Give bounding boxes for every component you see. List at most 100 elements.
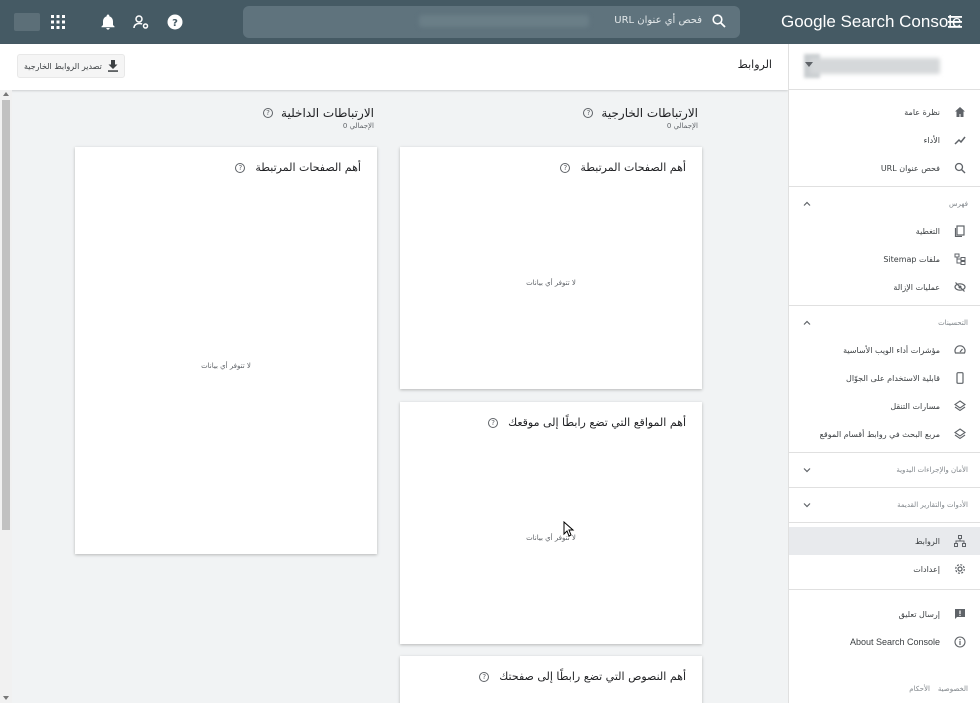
sitemap-icon (952, 251, 968, 267)
sidebar-item-label: ملفات Sitemap (883, 254, 940, 264)
page-header: الروابط تصدير الروابط الخارجية (0, 44, 788, 90)
ext-top-linking-sites-card[interactable]: أهم المواقع التي تضع رابطًا إلى موقعك ? … (400, 402, 702, 644)
no-data-text: لا تتوفر أي بيانات (201, 362, 251, 370)
divider (789, 522, 980, 523)
sidebar-item-settings[interactable]: إعدادات (789, 555, 980, 583)
external-links-total: الإجمالي 0 (666, 122, 698, 130)
help-circle-icon[interactable]: ? (583, 108, 594, 118)
divider (789, 487, 980, 488)
url-inspection-search[interactable]: فحص أي عنوان URL (243, 6, 740, 38)
layers-icon (952, 426, 968, 442)
no-data-text: لا تتوفر أي بيانات (526, 279, 576, 287)
sidebar-footer: الخصوصية الأحكام (909, 685, 968, 693)
scroll-thumb[interactable] (2, 100, 10, 530)
gauge-icon (952, 342, 968, 358)
card-title: أهم النصوص التي تضع رابطًا إلى صفحتك (499, 670, 686, 683)
apps-grid-icon[interactable] (48, 12, 68, 32)
section-label: التحسينات (938, 319, 968, 327)
card-title: أهم الصفحات المرتبطة (255, 161, 361, 174)
feedback-icon (952, 606, 968, 622)
sidebar-item-label: نظرة عامة (904, 107, 940, 117)
sidebar-item-coverage[interactable]: التغطية (789, 217, 980, 245)
user-settings-icon[interactable] (131, 12, 151, 32)
top-app-bar: ? فحص أي عنوان URL Google Search Console (0, 0, 980, 44)
divider (789, 589, 980, 590)
help-circle-icon[interactable]: ? (560, 162, 571, 173)
sidebar-item-core-web-vitals[interactable]: مؤشرات أداء الويب الأساسية (789, 336, 980, 364)
divider (789, 305, 980, 306)
terms-link[interactable]: الأحكام (909, 685, 930, 693)
int-top-linked-pages-card[interactable]: أهم الصفحات المرتبطة ? لا تتوفر أي بيانا… (75, 147, 377, 554)
sidebar-item-label: التغطية (915, 226, 940, 236)
export-external-links-button[interactable]: تصدير الروابط الخارجية (17, 54, 125, 78)
help-circle-icon[interactable]: ? (235, 162, 246, 173)
sidebar-item-feedback[interactable]: إرسال تعليق (789, 600, 980, 628)
sidebar-item-performance[interactable]: الأداء (789, 126, 980, 154)
card-title: أهم الصفحات المرتبطة (580, 161, 686, 174)
sidebar-item-label: About Search Console (849, 637, 940, 647)
external-links-title: الارتباطات الخارجية (601, 106, 698, 120)
sidebar-item-about[interactable]: About Search Console (789, 628, 980, 656)
ext-top-linked-pages-card[interactable]: أهم الصفحات المرتبطة ? لا تتوفر أي بيانا… (400, 147, 702, 389)
section-header-index[interactable]: فهرس (789, 191, 980, 217)
trend-icon (952, 132, 968, 148)
pages-icon (952, 223, 968, 239)
sidebar-item-removals[interactable]: عمليات الإزالة (789, 273, 980, 301)
sidebar-item-sitemaps[interactable]: ملفات Sitemap (789, 245, 980, 273)
navigation-drawer: نظرة عامة الأداء فحص عنوان URL فهرس التغ… (788, 44, 980, 703)
main-scrollbar[interactable] (0, 90, 12, 703)
sidebar-item-overview[interactable]: نظرة عامة (789, 98, 980, 126)
help-icon[interactable]: ? (165, 12, 185, 32)
help-circle-icon[interactable]: ? (488, 417, 499, 428)
sidebar-item-sitelinks-searchbox[interactable]: مربع البحث في روابط أقسام الموقع (789, 420, 980, 448)
sidebar-item-label: مربع البحث في روابط أقسام الموقع (819, 429, 940, 439)
search-blurred-text (419, 15, 589, 27)
product-logo[interactable]: Google Search Console (781, 12, 962, 32)
section-header-security[interactable]: الأمان والإجراءات اليدوية (789, 457, 980, 483)
search-placeholder: فحص أي عنوان URL (614, 15, 702, 26)
sidebar-item-mobile-usability[interactable]: قابلية الاستخدام على الجوّال (789, 364, 980, 392)
privacy-link[interactable]: الخصوصية (938, 685, 968, 693)
divider (789, 452, 980, 453)
help-circle-icon[interactable]: ? (263, 108, 274, 118)
info-icon (952, 634, 968, 650)
scroll-up-arrow-icon[interactable] (3, 92, 9, 96)
bell-icon[interactable] (98, 12, 118, 32)
property-name-blurred (810, 58, 940, 74)
chevron-down-icon[interactable] (803, 466, 811, 474)
section-label: فهرس (949, 200, 968, 208)
external-links-header: الارتباطات الخارجية ? الإجمالي 0 (498, 106, 698, 130)
download-icon (107, 60, 118, 72)
help-circle-icon[interactable]: ? (479, 671, 490, 682)
layers-icon (952, 398, 968, 414)
chevron-up-icon[interactable] (803, 319, 811, 327)
ext-top-linking-text-card[interactable]: أهم النصوص التي تضع رابطًا إلى صفحتك ? (400, 656, 702, 703)
internal-links-total: الإجمالي 0 (342, 122, 374, 130)
export-button-label: تصدير الروابط الخارجية (24, 61, 102, 71)
menu-icon[interactable] (946, 14, 964, 30)
sidebar-item-links[interactable]: الروابط (789, 527, 980, 555)
sidebar-item-label: قابلية الاستخدام على الجوّال (846, 373, 940, 383)
chevron-down-icon[interactable] (805, 62, 813, 67)
section-header-enhancements[interactable]: التحسينات (789, 310, 980, 336)
section-label: الأمان والإجراءات اليدوية (896, 466, 968, 474)
search-icon[interactable] (712, 14, 726, 28)
sidebar-item-label: فحص عنوان URL (880, 163, 940, 173)
property-selector[interactable] (789, 44, 980, 90)
chevron-up-icon[interactable] (803, 200, 811, 208)
gear-icon (952, 561, 968, 577)
page-title: الروابط (737, 58, 772, 71)
sidebar-item-label: إرسال تعليق (898, 609, 940, 619)
scroll-down-arrow-icon[interactable] (3, 696, 9, 700)
sidebar-item-label: إعدادات (913, 564, 940, 574)
account-avatar-blurred[interactable] (14, 13, 40, 31)
sidebar-item-label: مؤشرات أداء الويب الأساسية (843, 345, 940, 355)
svg-text:?: ? (172, 18, 178, 29)
sidebar-item-label: عمليات الإزالة (893, 282, 940, 292)
sidebar-item-url-inspection[interactable]: فحص عنوان URL (789, 154, 980, 182)
section-header-legacy[interactable]: الأدوات والتقارير القديمة (789, 492, 980, 518)
chevron-down-icon[interactable] (803, 501, 811, 509)
sidebar-item-breadcrumbs[interactable]: مسارات التنقل (789, 392, 980, 420)
links-icon (952, 533, 968, 549)
removal-icon (952, 279, 968, 295)
